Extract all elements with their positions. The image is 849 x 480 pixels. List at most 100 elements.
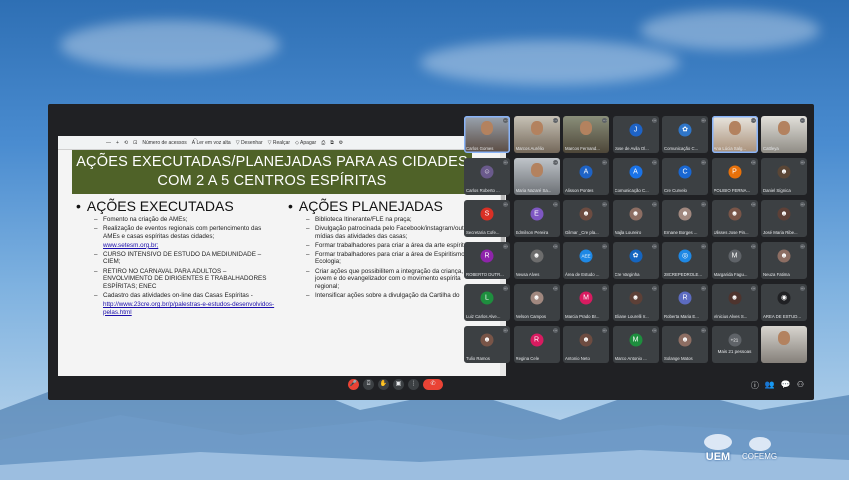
- participant-tile[interactable]: ☻ ⋯ Antonio Neto: [563, 326, 609, 363]
- participant-tile[interactable]: M ⋯ Marcia Prado Br...: [563, 284, 609, 321]
- toolbar-item[interactable]: ⟲: [124, 140, 128, 146]
- participant-tile[interactable]: ☻ ⋯ Gilmar _Cre pla...: [563, 200, 609, 237]
- toolbar-item[interactable]: —: [106, 140, 111, 146]
- background-cloud: [640, 10, 820, 50]
- participant-name: Ernane Borges ...: [664, 230, 698, 235]
- participant-tile[interactable]: [761, 326, 807, 363]
- participant-tile[interactable]: M ⋯ Marco Antonio ...: [612, 326, 659, 363]
- participant-tile[interactable]: ☻ ⋯ Neuza Fatima: [761, 242, 807, 279]
- participant-tile[interactable]: AEE ⋯ Área de Estudo ...: [563, 242, 609, 279]
- mic-muted-icon: ⋯: [602, 118, 607, 123]
- toolbar-item[interactable]: ▽ Realçar: [268, 140, 290, 146]
- participant-avatar: A: [629, 165, 642, 179]
- mic-off-button[interactable]: 🎤: [348, 379, 359, 390]
- participant-tile[interactable]: ◉ ⋯ AREA DE ESTUD...: [761, 284, 807, 321]
- participant-avatar: ☻: [629, 291, 642, 305]
- participant-avatar: ☻: [480, 333, 494, 347]
- participant-name: Carlos Roberto ...: [466, 188, 500, 193]
- mic-muted-icon: ⋯: [750, 160, 756, 165]
- uem-logo-text: UEM: [705, 451, 731, 463]
- participant-tile[interactable]: ☻ ⋯ Tulio Ramos: [464, 326, 510, 363]
- participant-tile[interactable]: A ⋯ Comunicação C...: [612, 158, 659, 195]
- toolbar-item[interactable]: ⎙: [321, 140, 325, 146]
- toolbar-item[interactable]: ⊡: [133, 140, 137, 146]
- people-icon[interactable]: 👥: [765, 380, 775, 391]
- participant-tile[interactable]: ☻ ⋯ Najla Loureiro: [612, 200, 659, 237]
- mic-muted-icon: ⋯: [701, 118, 706, 123]
- participant-tile[interactable]: ⋯ Ana Lúcia Salg...: [711, 116, 758, 153]
- participant-name: Regina Cele: [515, 356, 540, 361]
- participant-tile[interactable]: ◎ ⋯ 28CREPEDROLE...: [662, 242, 708, 279]
- toolbar-item[interactable]: Número de acessos: [142, 140, 186, 146]
- participant-avatar: ☻: [728, 207, 741, 221]
- mic-muted-icon: ⋯: [750, 202, 756, 207]
- toolbar-item[interactable]: ◇ Apagar: [295, 140, 316, 146]
- participant-name: Alisson Pontes: [565, 188, 594, 193]
- participant-tile[interactable]: A ⋯ Alisson Pontes: [563, 158, 609, 195]
- slide-bullet[interactable]: http://www.23cre.org.br/p/palestras-e-es…: [94, 301, 276, 316]
- participant-tile[interactable]: ☻ ⋯ Ulisses Jose Pin...: [711, 200, 758, 237]
- participant-tile[interactable]: E ⋯ Edmilson Pereira: [513, 200, 560, 237]
- mic-muted-icon: ⋯: [602, 160, 607, 165]
- participant-tile[interactable]: ⋯ Marcos Fernand...: [563, 116, 609, 153]
- participant-avatar: ✿: [678, 123, 692, 137]
- mic-muted-icon: ⋯: [503, 118, 508, 123]
- participant-tile[interactable]: ☻ ⋯ Eliane Lourelli Ir...: [612, 284, 659, 321]
- participant-tile[interactable]: ☻ ⋯ Nelson Campos: [513, 284, 560, 321]
- present-button[interactable]: ▣: [393, 379, 404, 390]
- raise-hand-button[interactable]: ✋: [378, 379, 389, 390]
- participant-name: Ana Lúcia Salg...: [713, 146, 747, 151]
- participant-avatar: R: [678, 291, 692, 305]
- participant-avatar: M: [579, 291, 593, 305]
- participant-tile[interactable]: ☻ ⋯ Vinicius Alves S...: [711, 284, 758, 321]
- participant-tile[interactable]: ☻ ⋯ Daniel Sígnica: [761, 158, 807, 195]
- toolbar-item[interactable]: ⚙: [339, 140, 343, 146]
- participant-tile[interactable]: ⋯ Marcos Aurélio: [513, 116, 560, 153]
- mic-muted-icon: ⋯: [800, 244, 805, 249]
- mic-muted-icon: ⋯: [651, 328, 657, 333]
- participant-tile[interactable]: ✿ ⋯ Cre Varginha: [612, 242, 659, 279]
- left-column: AÇÕES EXECUTADAS Fomento na criação de A…: [76, 198, 276, 318]
- participant-tile[interactable]: ⋯ Maria Nazaré Sa...: [513, 158, 560, 195]
- participant-video: [481, 121, 493, 135]
- mic-muted-icon: ⋯: [602, 328, 607, 333]
- more-options-button[interactable]: ⋮: [408, 379, 419, 390]
- participant-tile[interactable]: +21 Mais 21 pessoas: [711, 326, 758, 363]
- participant-tile[interactable]: ☺ ⋯ Carlos Roberto ...: [464, 158, 510, 195]
- participant-tile[interactable]: P ⋯ POLIBIO FERNA...: [711, 158, 758, 195]
- participant-tile[interactable]: ⋯ Carlos Gomes: [464, 116, 510, 153]
- participant-tile[interactable]: ☻ ⋯ Ernane Borges ...: [662, 200, 708, 237]
- participant-tile[interactable]: ✿ ⋯ Comunicação C...: [662, 116, 708, 153]
- participant-tile[interactable]: S ⋯ Secretaria Cofe...: [464, 200, 510, 237]
- participant-name: Jose de Avila Ol...: [614, 146, 649, 151]
- camera-button[interactable]: ⌼: [363, 379, 374, 390]
- participant-tile[interactable]: R ⋯ Roberta Maria E...: [662, 284, 708, 321]
- participant-grid: ⋯ Carlos Gomes ⋯ Marcos Aurélio ⋯ Marcos Fern…: [464, 116, 810, 372]
- participant-tile[interactable]: R ⋯ ROBERTO DUTR...: [464, 242, 510, 279]
- participant-tile[interactable]: ⋯ Cattleya: [761, 116, 807, 153]
- participant-tile[interactable]: R ⋯ Regina Cele: [513, 326, 560, 363]
- toolbar-item[interactable]: ⧉: [330, 140, 334, 146]
- shared-presentation: — + ⟲ ⊡ Número de acessos A͡ Ler em voz alta ▽…: [58, 136, 506, 376]
- participant-tile[interactable]: L ⋯ Luiz Carlos Alve...: [464, 284, 510, 321]
- mic-muted-icon: ⋯: [800, 202, 805, 207]
- participant-video: [778, 331, 790, 345]
- slide-bullet[interactable]: www.setesm.org.br;: [94, 242, 276, 250]
- toolbar-item[interactable]: A͡ Ler em voz alta: [192, 140, 231, 146]
- info-icon[interactable]: ⓘ: [751, 380, 759, 391]
- participant-name: Eliane Lourelli Ir...: [614, 314, 649, 319]
- participant-tile[interactable]: J ⋯ Jose de Avila Ol...: [612, 116, 659, 153]
- participant-avatar: ☻: [777, 165, 791, 179]
- chat-icon[interactable]: 💬: [781, 380, 791, 391]
- participant-tile[interactable]: ☻ ⋯ Solange Matos: [662, 326, 708, 363]
- participant-tile[interactable]: M ⋯ Margarida Fagu...: [711, 242, 758, 279]
- participant-name: Cattleya: [763, 146, 779, 151]
- participant-tile[interactable]: ☻ ⋯ José Maria Ribe...: [761, 200, 807, 237]
- participant-tile[interactable]: C ⋯ Cre Curvelo: [662, 158, 708, 195]
- hang-up-button[interactable]: ✆: [423, 379, 443, 390]
- toolbar-item[interactable]: ▽ Desenhar: [236, 140, 263, 146]
- participant-tile[interactable]: ☻ ⋯ Neusa Alves: [513, 242, 560, 279]
- participant-name: Ulisses Jose Pin...: [713, 230, 749, 235]
- activities-icon[interactable]: ⚇: [797, 380, 804, 391]
- toolbar-item[interactable]: +: [116, 140, 119, 146]
